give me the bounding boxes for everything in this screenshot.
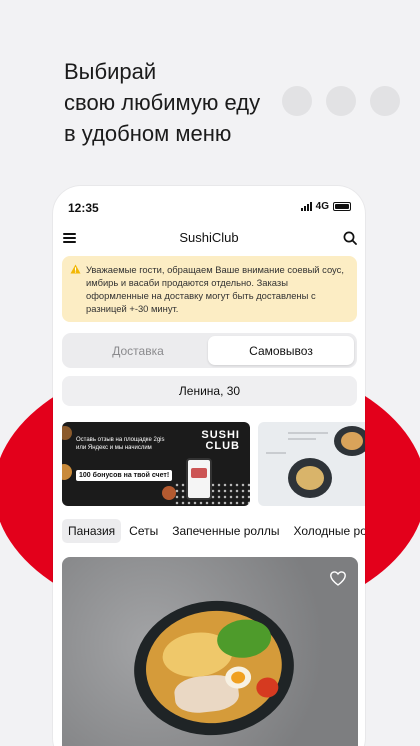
app-title: SushiClub <box>179 230 239 245</box>
food-thumbnail <box>62 464 72 480</box>
app-navbar: SushiClub <box>53 226 365 250</box>
sushiclub-logo: SUSHI CLUB <box>201 430 240 452</box>
notice-banner: Уважаемые гости, обращаем Ваше внимание … <box>62 256 357 322</box>
notice-text: Уважаемые гости, обращаем Ваше внимание … <box>86 264 344 314</box>
ramen-bowl-image <box>288 458 332 498</box>
food-thumbnail <box>62 426 72 440</box>
carousel-dot[interactable] <box>326 86 356 116</box>
status-bar: 12:35 4G <box>53 186 365 230</box>
phone-frame: 12:35 4G SushiClub Уважаемые гости, обра… <box>53 186 365 746</box>
promo-banner-second[interactable] <box>258 422 365 506</box>
network-type: 4G <box>315 201 329 212</box>
decorative-line <box>288 432 328 434</box>
headline-line-1: Выбирай <box>64 59 157 84</box>
banner-text: Оставь отзыв на площадке 2gis или Яндекс… <box>76 437 165 451</box>
address-selector[interactable]: Ленина, 30 <box>62 376 357 406</box>
carousel-dot[interactable] <box>282 86 312 116</box>
category-tab-baked-rolls[interactable]: Запеченные роллы <box>166 519 285 543</box>
carousel-dot[interactable] <box>370 86 400 116</box>
ramen-bowl-image <box>334 426 365 456</box>
category-tab-sets[interactable]: Сеты <box>123 519 164 543</box>
promo-banner-reviews[interactable]: Оставь отзыв на площадке 2gis или Яндекс… <box>62 422 250 506</box>
headline-line-2: свою любимую еду <box>64 90 261 115</box>
category-tab-cold-rolls[interactable]: Холодные роллы <box>287 519 365 543</box>
banner-bonus: 100 бонусов на твой счет! <box>76 470 173 481</box>
battery-icon <box>333 202 351 211</box>
product-card[interactable] <box>62 557 358 746</box>
promo-headline: Выбирай свою любимую еду в удобном меню <box>64 56 260 149</box>
logo-line-2: CLUB <box>205 440 240 452</box>
order-mode-switch: Доставка Самовывоз <box>62 333 357 368</box>
status-time: 12:35 <box>68 201 99 215</box>
headline-line-3: в удобном меню <box>64 121 232 146</box>
carousel-dots <box>282 86 400 116</box>
heart-icon[interactable] <box>330 571 346 586</box>
signal-icon <box>300 202 312 211</box>
order-mode-pickup[interactable]: Самовывоз <box>208 336 354 365</box>
status-indicators: 4G <box>300 201 351 212</box>
ramen-image <box>127 593 301 743</box>
search-icon[interactable] <box>343 231 357 245</box>
category-tab-panasia[interactable]: Паназия <box>62 519 122 543</box>
phone-illustration <box>186 458 212 500</box>
decorative-line <box>288 438 316 440</box>
warning-icon <box>70 264 81 274</box>
order-mode-delivery[interactable]: Доставка <box>65 336 211 365</box>
category-tabs: Паназия Сеты Запеченные роллы Холодные р… <box>62 519 365 543</box>
decorative-line <box>266 452 286 454</box>
